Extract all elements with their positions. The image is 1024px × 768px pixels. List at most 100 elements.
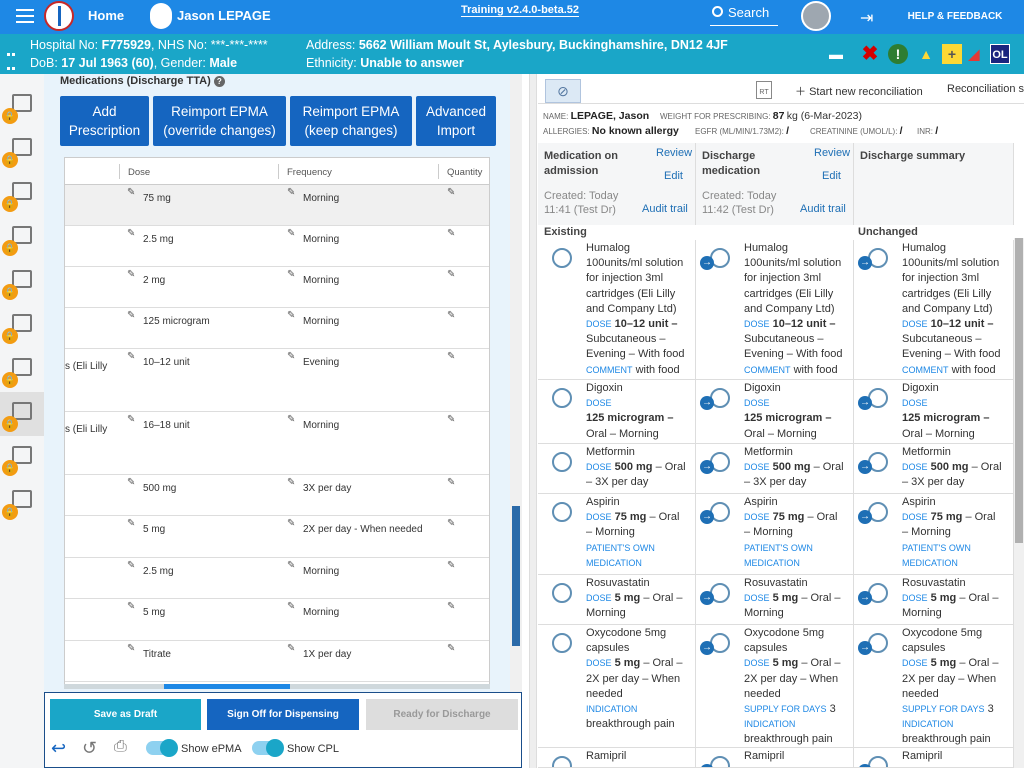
edit-button[interactable]: Edit	[822, 170, 841, 182]
edit-frequency-icon[interactable]: ✎	[287, 187, 295, 198]
vertical-scrollbar[interactable]	[510, 74, 522, 768]
medication-cell[interactable]: → Humalog 100units/ml solution for inject…	[696, 240, 854, 380]
sidebar-item-report[interactable]: 🔒	[0, 480, 44, 524]
edit-frequency-icon[interactable]: ✎	[287, 228, 295, 239]
medication-cell[interactable]: → Oxycodone 5mg capsules DOSE 5 mg – Oral …	[854, 625, 1014, 748]
medication-cell[interactable]: Aspirin DOSE 75 mg – Oral – Morning PATIEN…	[538, 494, 696, 575]
app-logo[interactable]	[44, 1, 74, 31]
edit-quantity-icon[interactable]: ✎	[447, 310, 455, 321]
medication-cell[interactable]: → Humalog 100units/ml solution for inject…	[854, 240, 1014, 380]
col-dose[interactable]: Dose	[128, 167, 150, 178]
edit-dose-icon[interactable]: ✎	[127, 269, 135, 280]
medication-cell[interactable]: →Ramipril	[696, 748, 854, 768]
edit-quantity-icon[interactable]: ✎	[447, 228, 455, 239]
medication-cell[interactable]: Humalog 100units/ml solution for injecti…	[538, 240, 696, 380]
edit-quantity-icon[interactable]: ✎	[447, 477, 455, 488]
print-icon[interactable]: ⎙	[114, 738, 127, 756]
right-scrollbar[interactable]	[1014, 238, 1024, 768]
edit-quantity-icon[interactable]: ✎	[447, 601, 455, 612]
history-icon[interactable]: ↺	[82, 738, 97, 759]
cpl-toggle[interactable]	[252, 739, 284, 757]
sidebar-item-walk[interactable]: 🔒	[0, 392, 44, 436]
col-quantity[interactable]: Quantity	[447, 167, 482, 178]
sidebar-item-stethoscope[interactable]: 🔒	[0, 172, 44, 216]
edit-dose-icon[interactable]: ✎	[127, 643, 135, 654]
pane-resizer[interactable]	[529, 74, 537, 768]
edit-frequency-icon[interactable]: ✎	[287, 310, 295, 321]
unlink-icon[interactable]: ⊘	[545, 79, 581, 103]
sidebar-item-edit[interactable]: 🔒	[0, 304, 44, 348]
edit-dose-icon[interactable]: ✎	[127, 518, 135, 529]
add-prescription-button[interactable]: Add Prescription	[60, 96, 149, 146]
calendar-icon[interactable]: RT	[756, 81, 772, 99]
edit-frequency-icon[interactable]: ✎	[287, 518, 295, 529]
horizontal-scrollbar[interactable]	[64, 684, 490, 689]
edit-frequency-icon[interactable]: ✎	[287, 414, 295, 425]
edit-quantity-icon[interactable]: ✎	[447, 351, 455, 362]
sidebar-item-add[interactable]: 🔒	[0, 128, 44, 172]
review-button[interactable]: Review	[814, 147, 850, 159]
table-row[interactable]: ✎ 2.5 mg ✎ Morning ✎	[65, 558, 489, 599]
medication-cell[interactable]: →Ramipril	[854, 748, 1014, 768]
review-button[interactable]: Review	[656, 147, 692, 159]
edit-dose-icon[interactable]: ✎	[127, 310, 135, 321]
audit-trail-link[interactable]: Audit trail	[642, 203, 688, 215]
logout-icon[interactable]: ⇥	[860, 8, 873, 28]
medication-cell[interactable]: → Oxycodone 5mg capsules DOSE 5 mg – Oral …	[696, 625, 854, 748]
edit-dose-icon[interactable]: ✎	[127, 601, 135, 612]
document-icon[interactable]: +	[942, 44, 962, 64]
edit-dose-icon[interactable]: ✎	[127, 477, 135, 488]
reimport-override-button[interactable]: Reimport EPMA (override changes)	[153, 96, 286, 146]
sidebar-item-list[interactable]: 🔒	[0, 84, 44, 128]
medication-cell[interactable]: → Digoxin DOSE 125 microgram – Oral – Mornin…	[696, 380, 854, 444]
medication-cell[interactable]: Ramipril	[538, 748, 696, 768]
medication-cell[interactable]: → Aspirin DOSE 75 mg – Oral – Morning PATIE…	[696, 494, 854, 575]
reconciliation-tab[interactable]: Reconciliation s	[947, 83, 1024, 95]
edit-dose-icon[interactable]: ✎	[127, 414, 135, 425]
undo-icon[interactable]: ↩	[51, 738, 66, 759]
advanced-import-button[interactable]: Advanced Import	[416, 96, 496, 146]
edit-frequency-icon[interactable]: ✎	[287, 601, 295, 612]
edit-quantity-icon[interactable]: ✎	[447, 643, 455, 654]
epma-toggle[interactable]	[146, 739, 178, 757]
user-name[interactable]: Jason LEPAGE	[177, 8, 271, 23]
medication-cell[interactable]: Oxycodone 5mg capsules DOSE 5 mg – Oral –…	[538, 625, 696, 748]
reimport-keep-button[interactable]: Reimport EPMA (keep changes)	[290, 96, 412, 146]
bed-icon[interactable]: ▬	[826, 44, 846, 64]
edit-quantity-icon[interactable]: ✎	[447, 187, 455, 198]
medication-cell[interactable]: Metformin DOSE 500 mg – Oral – 3X per day	[538, 444, 696, 494]
col-frequency[interactable]: Frequency	[287, 167, 332, 178]
table-row[interactable]: ✎ 75 mg ✎ Morning ✎	[65, 185, 489, 226]
ready-discharge-button[interactable]: Ready for Discharge	[366, 699, 518, 730]
user-badge[interactable]: OL	[990, 44, 1010, 64]
medication-cell[interactable]: → Rosuvastatin DOSE 5 mg – Oral – Morning	[696, 575, 854, 625]
menu-icon[interactable]	[16, 9, 34, 23]
edit-frequency-icon[interactable]: ✎	[287, 477, 295, 488]
edit-frequency-icon[interactable]: ✎	[287, 560, 295, 571]
edit-dose-icon[interactable]: ✎	[127, 228, 135, 239]
medication-cell[interactable]: Digoxin DOSE 125 microgram – Oral – Morning	[538, 380, 696, 444]
edit-quantity-icon[interactable]: ✎	[447, 518, 455, 529]
edit-button[interactable]: Edit	[664, 170, 683, 182]
edit-quantity-icon[interactable]: ✎	[447, 414, 455, 425]
edit-dose-icon[interactable]: ✎	[127, 351, 135, 362]
medication-cell[interactable]: → Aspirin DOSE 75 mg – Oral – Morning PATIE…	[854, 494, 1014, 575]
sidebar-item-medical-bag[interactable]: 🔒	[0, 348, 44, 392]
help-feedback-button[interactable]: HELP & FEEDBACK	[890, 5, 1020, 29]
table-row[interactable]: ✎ 5 mg ✎ Morning ✎	[65, 599, 489, 641]
medication-cell[interactable]: → Metformin DOSE 500 mg – Oral – 3X per da…	[854, 444, 1014, 494]
edit-quantity-icon[interactable]: ✎	[447, 560, 455, 571]
home-link[interactable]: Home	[88, 8, 124, 23]
avatar[interactable]	[801, 1, 831, 31]
save-draft-button[interactable]: Save as Draft	[50, 699, 201, 730]
medication-cell[interactable]: → Rosuvastatin DOSE 5 mg – Oral – Morning	[854, 575, 1014, 625]
table-row[interactable]: ✎ 125 microgram ✎ Morning ✎	[65, 308, 489, 349]
edit-frequency-icon[interactable]: ✎	[287, 351, 295, 362]
more-icon[interactable]	[6, 46, 16, 74]
table-row[interactable]: ✎ 2.5 mg ✎ Morning ✎	[65, 226, 489, 267]
sidebar-item-home[interactable]: 🔒	[0, 260, 44, 304]
table-row[interactable]: s (Eli Lilly ✎ 16–18 unit ✎ Morning ✎	[65, 412, 489, 475]
audit-trail-link[interactable]: Audit trail	[800, 203, 846, 215]
sidebar-item-camera[interactable]: 🔒	[0, 216, 44, 260]
alert-icon[interactable]: !	[888, 44, 908, 64]
